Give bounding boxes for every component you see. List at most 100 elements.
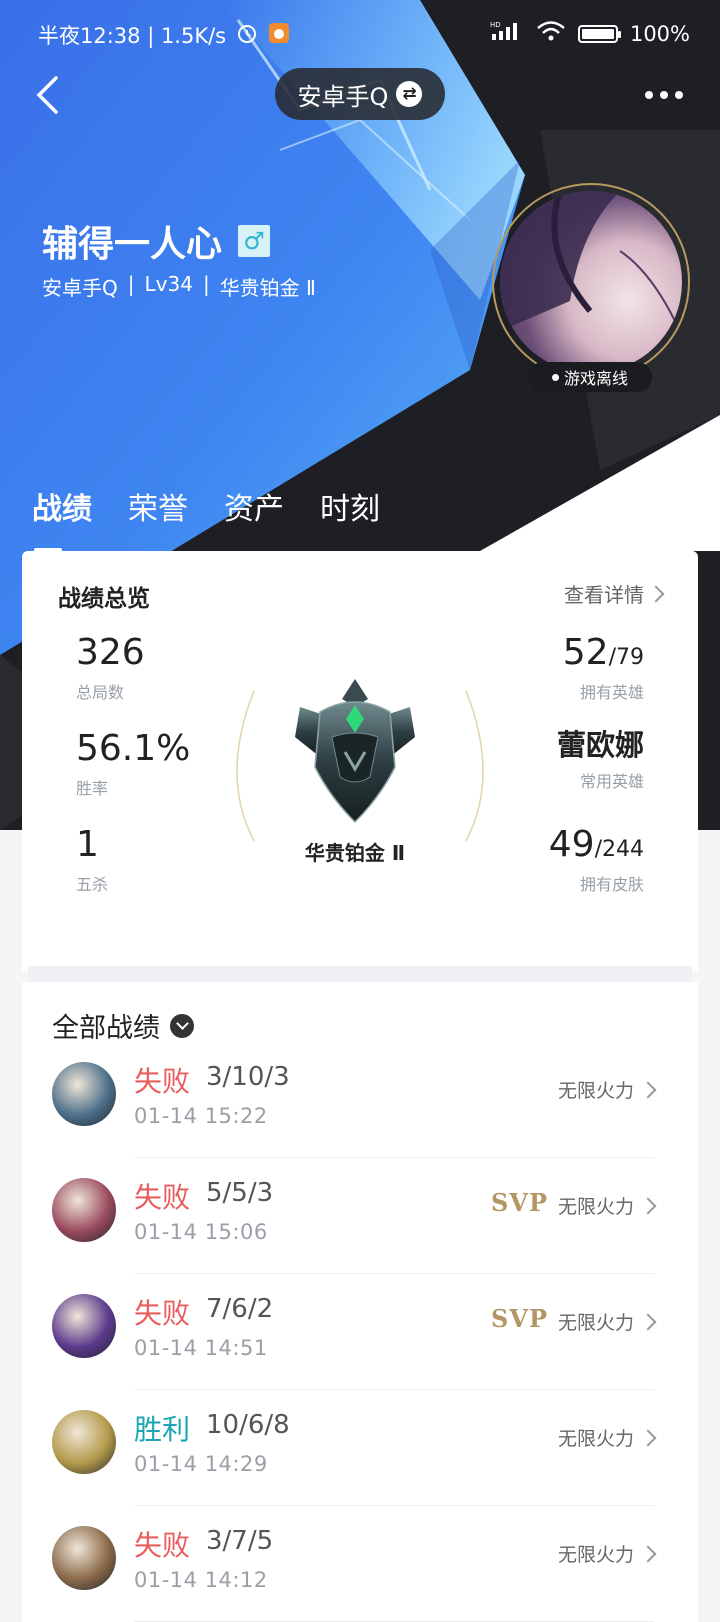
more-options-button[interactable] [638, 78, 690, 112]
match-mode-label: 无限火力 [557, 1428, 634, 1450]
profile-tabs: 战绩 荣誉 资产 时刻 [32, 484, 380, 552]
match-result: 失败 [134, 1297, 191, 1330]
match-mode-label: 无限火力 [557, 1544, 634, 1566]
tab-label: 战绩 [32, 492, 92, 527]
chevron-right-icon [639, 1545, 657, 1563]
match-records-section: 全部战绩 失败 3/10/3 01-14 15:22 无限火力 失败 5/5/3 01-14… [22, 982, 698, 1622]
match-kda: 5/5/3 [206, 1178, 274, 1208]
player-name-row: 辅得一人心 ♂ [42, 215, 271, 267]
match-kda: 10/6/8 [206, 1410, 290, 1440]
status-time: 半夜12:38 | 1.5K/s [38, 24, 227, 48]
player-name: 辅得一人心 [42, 224, 223, 265]
skins-total: /244 [594, 837, 644, 862]
wifi-icon [536, 20, 566, 47]
stat-penta-kills: 1 五杀 [76, 827, 108, 895]
player-avatar[interactable] [492, 183, 690, 381]
match-mode: 无限火力 [557, 1308, 657, 1335]
separator: | [127, 272, 135, 296]
dropdown-arrow-icon [170, 1013, 194, 1038]
svp-badge: SVP [491, 1188, 548, 1217]
win-rate-value: 56.1% [76, 728, 191, 769]
match-row[interactable]: 失败 3/7/5 01-14 14:12 无限火力 [22, 1504, 698, 1622]
online-status-badge: 游戏离线 [528, 362, 652, 392]
heroes-owned-label: 拥有英雄 [579, 683, 644, 702]
rank-emblem-label: 华贵铂金 Ⅱ [304, 841, 406, 865]
tab-3[interactable]: 时刻 [320, 484, 380, 528]
avatar-image [500, 191, 682, 373]
common-hero-value: 蕾欧娜 [556, 728, 644, 762]
status-dot-icon [551, 373, 559, 381]
nav-bar: 安卓手Q ⇄ [0, 60, 720, 130]
match-result: 失败 [134, 1529, 191, 1562]
win-rate-label: 胜率 [76, 779, 109, 798]
match-mode: 无限火力 [557, 1540, 657, 1567]
tab-1[interactable]: 荣誉 [128, 484, 188, 528]
match-result: 失败 [134, 1065, 191, 1098]
stat-win-rate: 56.1% 胜率 [76, 731, 190, 799]
skins-owned-value: 49 [548, 824, 595, 865]
stat-total-games: 326 总局数 [76, 635, 145, 703]
rank-emblem-icon[interactable] [290, 677, 420, 827]
stat-heroes-owned: 52/79 拥有英雄 [563, 635, 644, 703]
penta-kills-label: 五杀 [76, 875, 109, 894]
player-subtitle: 安卓手Q | Lv34 | 华贵铂金 Ⅱ [42, 272, 316, 301]
penta-kills-value: 1 [76, 824, 99, 865]
heroes-total: /79 [608, 645, 644, 670]
match-mode-label: 无限火力 [557, 1196, 634, 1218]
hero-avatar [52, 1294, 116, 1358]
match-row[interactable]: 胜利 10/6/8 01-14 14:29 无限火力 [22, 1388, 698, 1506]
chevron-right-icon [639, 1313, 657, 1331]
hero-avatar [52, 1526, 116, 1590]
back-arrow-icon [36, 76, 58, 114]
dot-icon [675, 91, 683, 99]
match-row[interactable]: 失败 5/5/3 01-14 15:06 SVP 无限火力 [22, 1156, 698, 1274]
hero-avatar [52, 1410, 116, 1474]
match-kda: 3/7/5 [206, 1526, 274, 1556]
player-server: 安卓手Q [42, 276, 118, 300]
battery-icon [577, 24, 621, 43]
skins-owned-label: 拥有皮肤 [579, 875, 644, 894]
match-result: 胜利 [134, 1413, 191, 1446]
chevron-right-icon [639, 1081, 657, 1099]
match-mode: 无限火力 [557, 1192, 657, 1219]
match-time: 01-14 15:22 [134, 1104, 268, 1128]
hero-avatar [52, 1062, 116, 1126]
app-notification-icon [268, 22, 290, 49]
male-gender-icon: ♂ [238, 225, 271, 257]
online-status-text: 游戏离线 [563, 369, 628, 388]
hero-avatar [52, 1178, 116, 1242]
tab-label: 时刻 [320, 492, 380, 527]
match-kda: 3/10/3 [206, 1062, 290, 1092]
match-result: 失败 [134, 1181, 191, 1214]
swap-icon: ⇄ [396, 81, 423, 107]
stat-common-hero: 蕾欧娜 常用英雄 [557, 731, 644, 792]
match-kda: 7/6/2 [206, 1294, 274, 1324]
match-row[interactable]: 失败 3/10/3 01-14 15:22 无限火力 [22, 1040, 698, 1158]
back-button[interactable] [22, 70, 72, 120]
match-time: 01-14 14:12 [134, 1568, 268, 1592]
section-divider [28, 966, 692, 982]
signal-icon: HD [490, 20, 524, 47]
tab-label: 资产 [224, 492, 284, 527]
match-mode: 无限火力 [558, 1076, 657, 1103]
tab-0[interactable]: 战绩 [32, 484, 92, 552]
battery-percent: 100% [629, 21, 690, 46]
player-rank: 华贵铂金 Ⅱ [219, 276, 316, 300]
heroes-owned-value: 52 [562, 632, 609, 673]
svp-badge: SVP [491, 1304, 548, 1333]
account-label: 安卓手Q [297, 82, 389, 111]
match-time: 01-14 15:06 [134, 1220, 268, 1244]
stat-skins-owned: 49/244 拥有皮肤 [549, 827, 644, 895]
dot-icon [645, 91, 653, 99]
overview-card: 战绩总览 查看详情 326 总局数 56.1% 胜率 1 五杀 52/79 拥有… [22, 551, 698, 971]
account-switch-button[interactable]: 安卓手Q ⇄ [275, 68, 445, 120]
tab-label: 荣誉 [128, 492, 188, 527]
svg-text:HD: HD [490, 21, 501, 29]
separator: | [202, 272, 210, 296]
tab-2[interactable]: 资产 [224, 484, 284, 528]
common-hero-label: 常用英雄 [579, 772, 644, 791]
player-level: Lv34 [144, 272, 193, 296]
match-mode-label: 无限火力 [557, 1312, 634, 1334]
chevron-right-icon [639, 1197, 657, 1215]
match-row[interactable]: 失败 7/6/2 01-14 14:51 SVP 无限火力 [22, 1272, 698, 1390]
